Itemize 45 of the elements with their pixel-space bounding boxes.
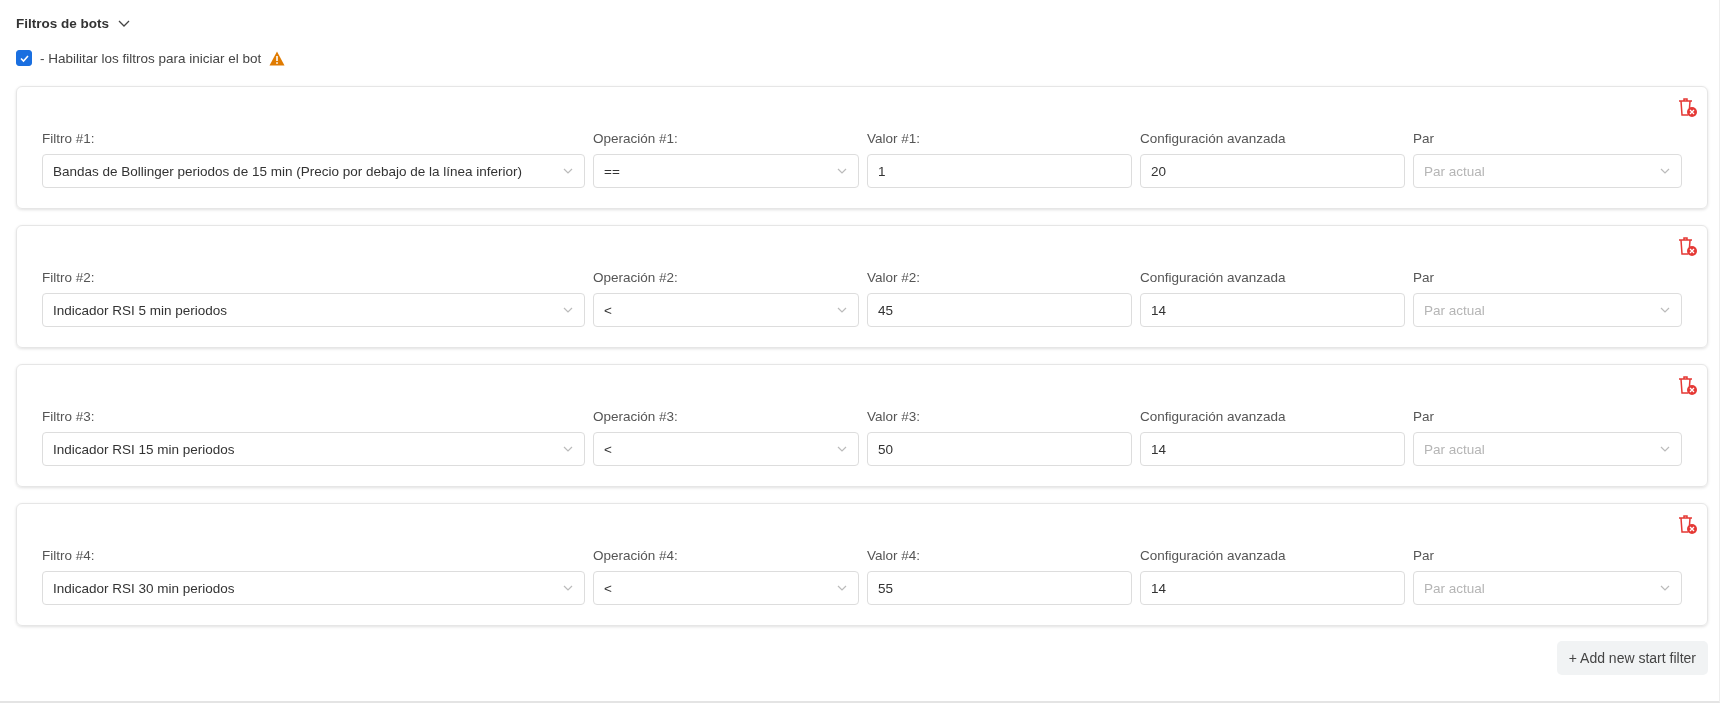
config-field[interactable]: 14 [1140,571,1405,605]
field-label: Configuración avanzada [1140,409,1287,424]
field-label: Filtro #4: [42,548,96,563]
field-label: Filtro #2: [42,270,96,285]
field-label: Operación #2: [593,270,679,285]
field-label: Par [1413,131,1435,146]
operation-select[interactable]: < [593,571,859,605]
field-label: Operación #1: [593,131,679,146]
field-label: Par [1413,409,1435,424]
field-label: Filtro #1: [42,131,96,146]
delete-icon[interactable] [1676,96,1698,118]
field-label: Valor #1: [867,131,922,146]
field-label: Operación #3: [593,409,679,424]
warning-icon [269,50,286,66]
field-label: Valor #2: [867,270,922,285]
field-label: Par [1413,270,1435,285]
checkbox[interactable] [16,50,32,66]
field-label: Configuración avanzada [1140,548,1287,563]
delete-icon[interactable] [1676,235,1698,257]
config-field[interactable]: 14 [1140,432,1405,466]
field-label: Configuración avanzada [1140,131,1287,146]
config-field[interactable]: 14 [1140,293,1405,327]
operation-select[interactable]: < [593,293,859,327]
section-header[interactable]: Filtros de bots [16,12,131,34]
value-field[interactable]: 1 [867,154,1132,188]
value-field[interactable]: 55 [867,571,1132,605]
value-field[interactable]: 50 [867,432,1132,466]
delete-icon[interactable] [1676,513,1698,535]
field-label: Configuración avanzada [1140,270,1287,285]
checkbox-label: - Habilitar los filtros para iniciar el bot [40,50,262,66]
operation-select[interactable]: == [593,154,859,188]
value-field[interactable]: 45 [867,293,1132,327]
field-label: Operación #4: [593,548,679,563]
operation-select[interactable]: < [593,432,859,466]
field-label: Par [1413,548,1435,563]
filter-select[interactable]: Indicador RSI 5 min periodos [42,293,585,327]
filter-select[interactable]: Indicador RSI 30 min periodos [42,571,585,605]
filter-select[interactable]: Indicador RSI 15 min periodos [42,432,585,466]
delete-icon[interactable] [1676,374,1698,396]
add-filter-button[interactable]: + Add new start filter [1556,641,1708,675]
config-field[interactable]: 20 [1140,154,1405,188]
field-label: Valor #4: [867,548,922,563]
filter-select[interactable]: Bandas de Bollinger periodos de 15 min (Precio por debajo de la línea inferior) [42,154,585,188]
field-label: Valor #3: [867,409,922,424]
field-label: Filtro #3: [42,409,96,424]
